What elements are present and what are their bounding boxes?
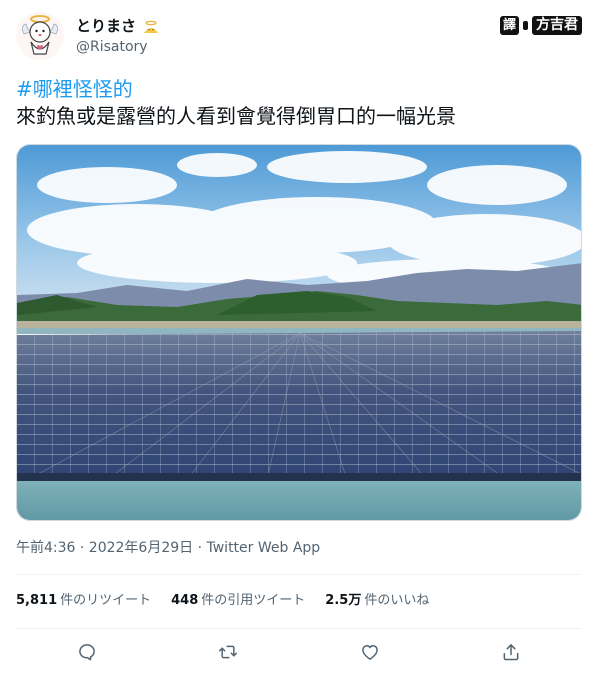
display-name-text[interactable]: とりまさ (76, 16, 136, 36)
user-info: とりまさ @Risatory (76, 16, 160, 57)
tweet-header: とりまさ @Risatory 譯 方吉君 (16, 10, 582, 64)
solar-farm-photo (17, 145, 581, 520)
watermark-author: 方吉君 (532, 16, 582, 35)
like-label: 件のいいね (364, 593, 430, 608)
tweet-stats: 5,811 件のリツイート 448 件の引用ツイート 2.5万 件のいいね (16, 590, 429, 612)
share-icon (503, 644, 519, 661)
tweet-text: 來釣魚或是露營的人看到會覺得倒胃口的一幅光景 (16, 104, 456, 128)
watermark-prefix: 譯 (499, 16, 519, 35)
user-handle[interactable]: @Risatory (76, 37, 160, 57)
translator-watermark: 譯 方吉君 (499, 16, 582, 35)
like-count: 2.5万 (325, 593, 362, 608)
divider-bottom (16, 628, 582, 629)
avatar[interactable] (16, 12, 64, 60)
reply-icon (79, 644, 95, 661)
watermark-separator (523, 21, 528, 30)
retweet-label: 件のリツイート (60, 593, 152, 608)
quote-count: 448 (171, 593, 199, 608)
quote-label: 件の引用ツイート (201, 593, 306, 608)
heart-icon (362, 645, 378, 660)
divider-top (16, 574, 582, 575)
tweet-body: #哪裡怪怪的 來釣魚或是露營的人看到會覺得倒胃口的一幅光景 (16, 76, 582, 130)
tweet-photo[interactable] (16, 144, 582, 521)
like-button[interactable] (354, 636, 386, 668)
hashtag-link[interactable]: #哪裡怪怪的 (16, 76, 582, 103)
tweet-actions (16, 636, 582, 668)
retweet-count: 5,811 (16, 593, 58, 608)
quote-stat[interactable]: 448 件の引用ツイート (171, 590, 305, 612)
retweet-icon (218, 645, 238, 659)
retweet-stat[interactable]: 5,811 件のリツイート (16, 590, 151, 612)
like-stat[interactable]: 2.5万 件のいいね (325, 590, 429, 612)
retweet-button[interactable] (212, 636, 244, 668)
display-name[interactable]: とりまさ (76, 16, 160, 36)
tweet-timestamp[interactable]: 午前4:36 · 2022年6月29日 · Twitter Web App (16, 538, 320, 558)
angel-emoji-icon (142, 19, 160, 33)
reply-button[interactable] (71, 636, 103, 668)
share-button[interactable] (495, 636, 527, 668)
